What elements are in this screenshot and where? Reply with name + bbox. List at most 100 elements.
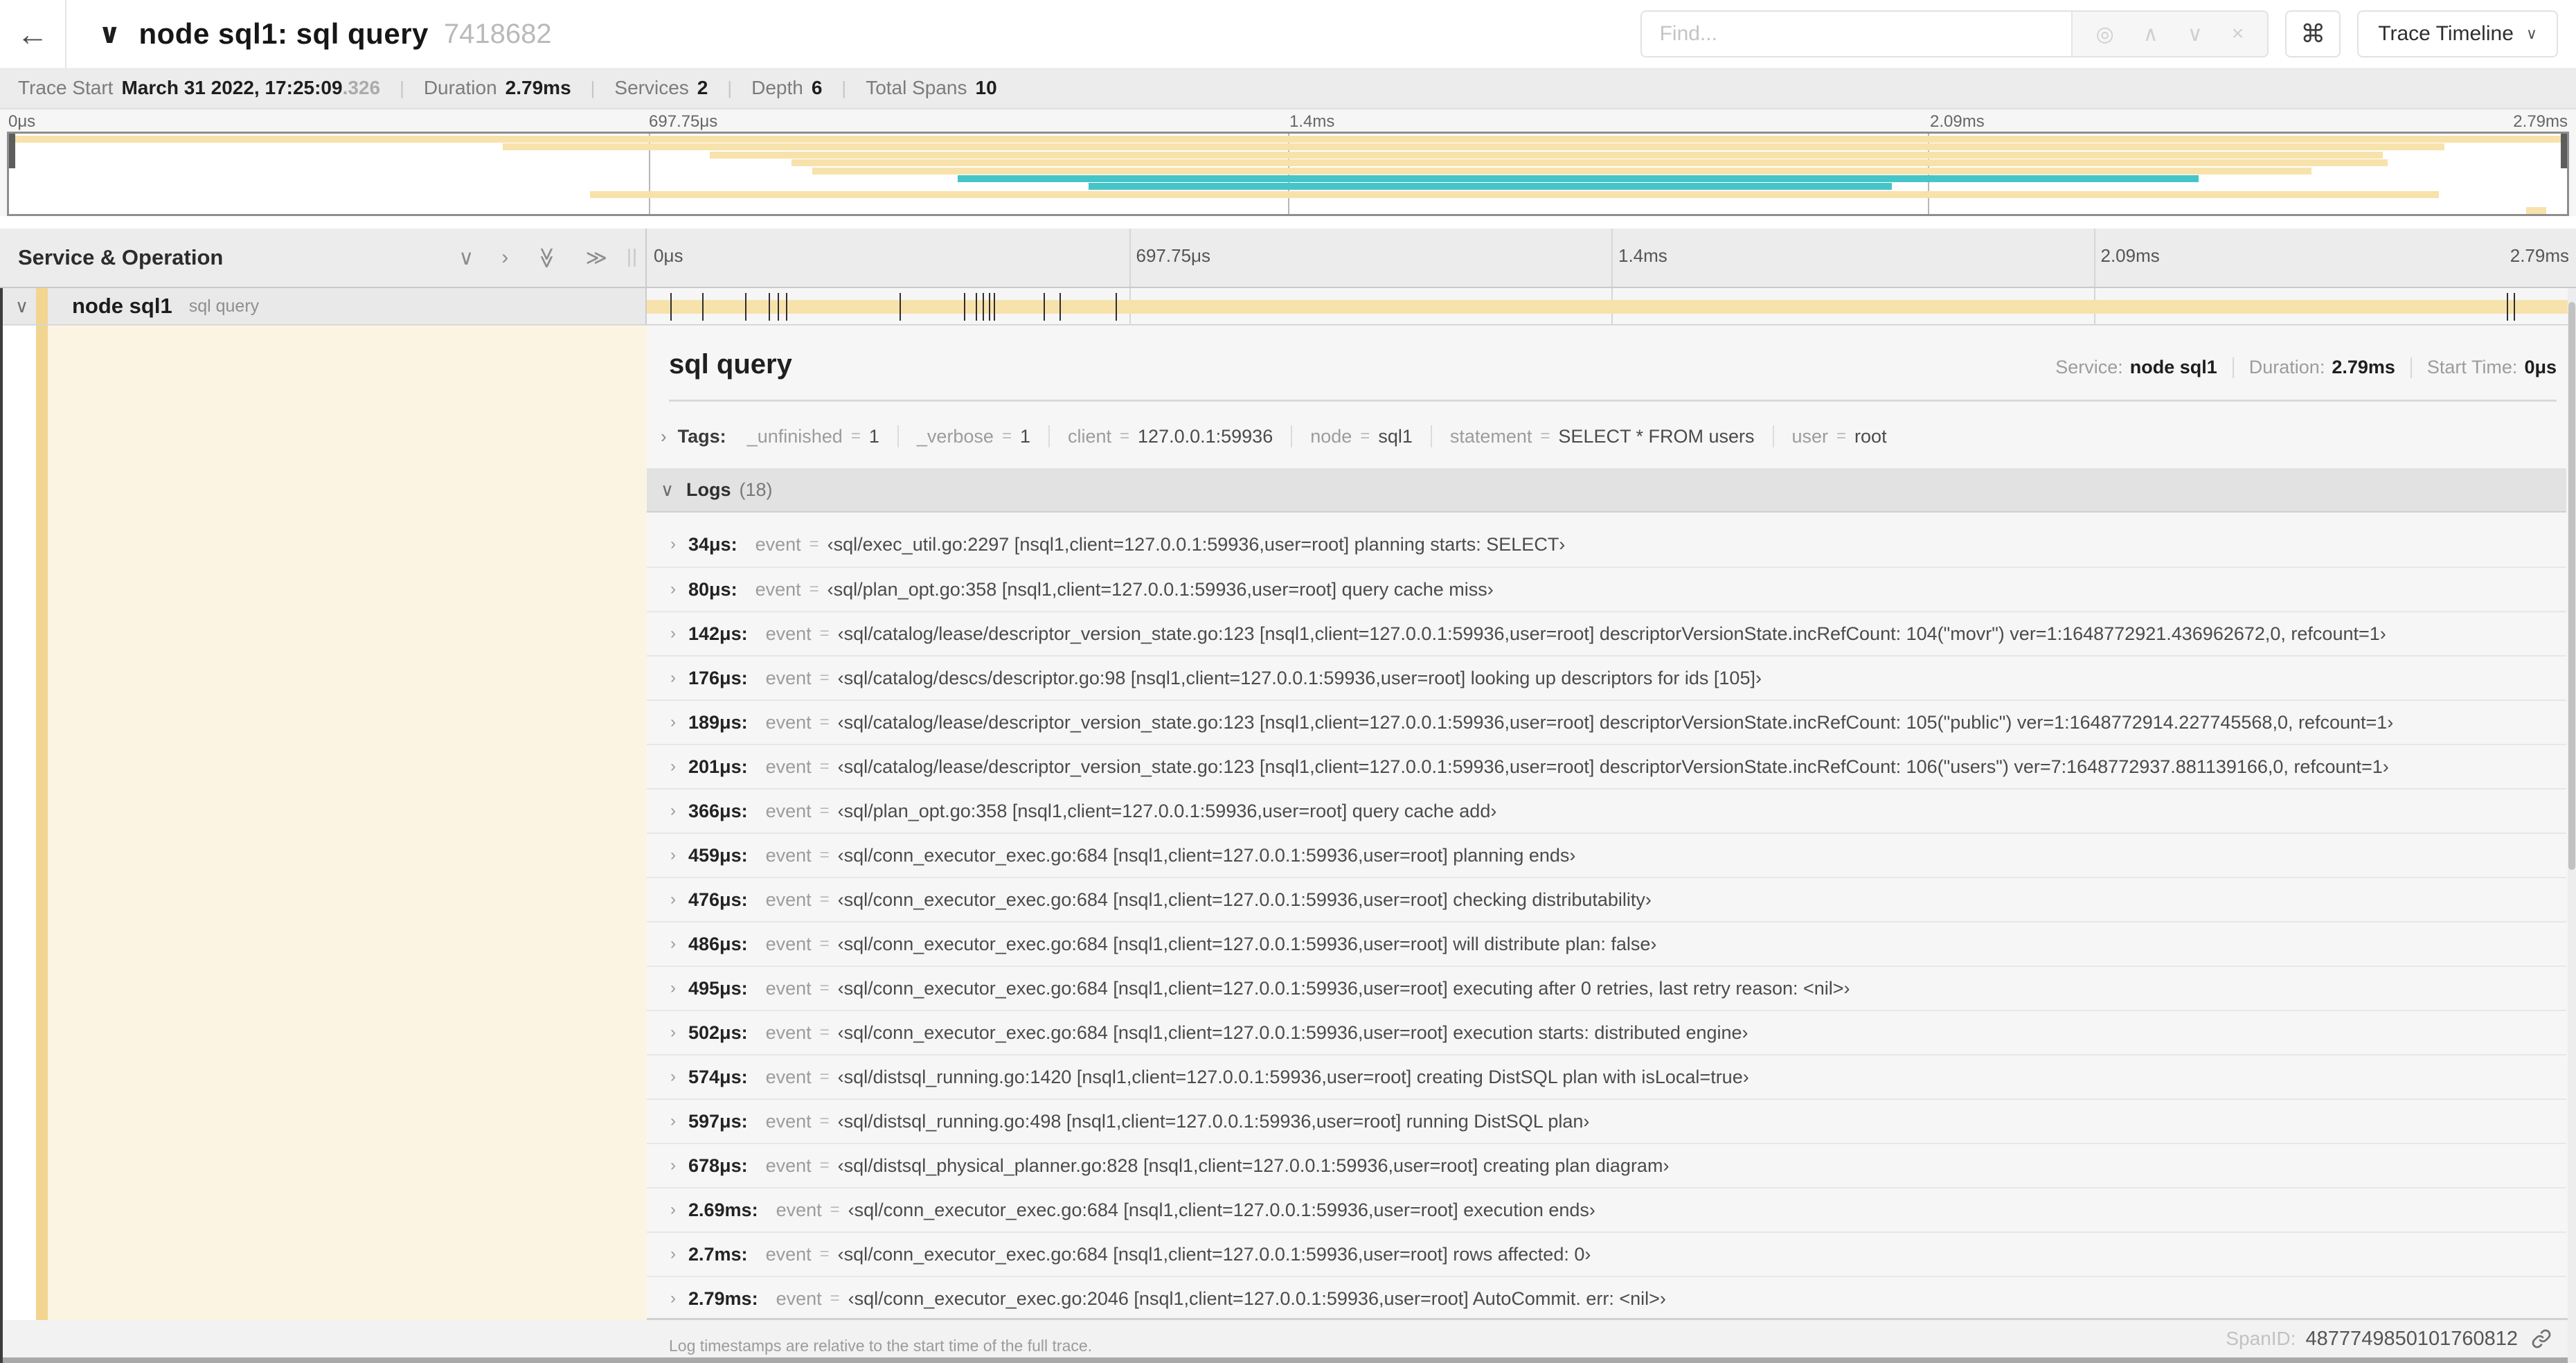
service-label: Service: bbox=[2055, 357, 2123, 377]
minimap-tick-label: 1.4ms bbox=[1289, 112, 1335, 131]
log-row[interactable]: › 2.7ms: event = ‹sql/conn_executor_exec.go:… bbox=[647, 1231, 2566, 1276]
log-marker-tick bbox=[768, 293, 770, 321]
log-row[interactable]: › 176μs: event = ‹sql/catalog/descs/descript… bbox=[647, 655, 2566, 700]
vertical-scrollbar[interactable] bbox=[2568, 288, 2576, 1363]
log-field-key: event bbox=[765, 756, 812, 777]
log-row[interactable]: › 502μs: event = ‹sql/conn_executor_exec.go:… bbox=[647, 1010, 2566, 1054]
log-message: ‹sql/conn_executor_exec.go:684 [nsql1,cl… bbox=[837, 1243, 1591, 1265]
ruler-tick-label: 2.79ms bbox=[2510, 245, 2569, 266]
timeline-minimap-canvas[interactable] bbox=[7, 132, 2569, 216]
log-marker-tick bbox=[989, 293, 991, 321]
span-bar-cell[interactable] bbox=[647, 288, 2576, 324]
span-row-name-cell[interactable]: ∨ node sql1 sql query bbox=[0, 288, 647, 324]
log-equals: = bbox=[819, 1245, 830, 1263]
tags-accordion[interactable]: › Tags: _unfinished = 1 _verbose = 1 client = 12… bbox=[661, 425, 2557, 447]
tag-value: root bbox=[1854, 425, 1887, 447]
service-operation-title: Service & Operation bbox=[18, 245, 224, 269]
summary-label: Services bbox=[614, 77, 689, 98]
log-timestamp: 80μs: bbox=[688, 578, 737, 600]
chevron-right-icon: › bbox=[670, 801, 676, 820]
tag-equals: = bbox=[850, 427, 861, 445]
log-row[interactable]: › 678μs: event = ‹sql/distsql_physical_plann… bbox=[647, 1143, 2566, 1187]
log-marker-tick bbox=[1059, 293, 1062, 321]
chevron-right-icon: › bbox=[670, 1289, 676, 1308]
span-collapse-chevron-icon[interactable]: ∨ bbox=[15, 296, 28, 317]
minimap-span-bar bbox=[1088, 183, 1892, 190]
log-row[interactable]: › 201μs: event = ‹sql/catalog/lease/descript… bbox=[647, 744, 2566, 788]
locate-icon[interactable]: ◎ bbox=[2096, 22, 2114, 46]
tag-equals: = bbox=[1836, 427, 1847, 445]
span-row[interactable]: ∨ node sql1 sql query bbox=[0, 288, 2576, 326]
log-field-key: event bbox=[765, 623, 812, 644]
log-marker-tick bbox=[2514, 293, 2516, 321]
command-icon: ⌘ bbox=[2300, 19, 2326, 48]
divider bbox=[1772, 425, 1774, 447]
minimap-span-bar bbox=[710, 151, 2383, 159]
logs-accordion-header[interactable]: ∨ Logs (18) bbox=[647, 468, 2566, 513]
left-scroll-edge[interactable] bbox=[0, 288, 3, 1363]
divider bbox=[897, 425, 899, 447]
collapse-one-icon[interactable]: ∨ bbox=[458, 246, 474, 270]
log-equals: = bbox=[809, 580, 819, 598]
column-resizer-grip[interactable] bbox=[628, 249, 636, 267]
log-row[interactable]: › 597μs: event = ‹sql/distsql_running.go:498… bbox=[647, 1098, 2566, 1143]
timeline-ruler: 0μs 697.75μs 1.4ms 2.09ms 2.79ms bbox=[647, 229, 2576, 287]
top-bar-actions: ◎ ∧ ∨ × ⌘ Trace Timeline ∨ bbox=[1640, 10, 2558, 57]
log-timestamp: 459μs: bbox=[688, 844, 748, 866]
expand-one-icon[interactable]: › bbox=[501, 246, 508, 269]
find-input[interactable] bbox=[1641, 12, 2071, 56]
log-timestamp: 176μs: bbox=[688, 667, 748, 688]
minimap-span-bar bbox=[589, 190, 2440, 198]
log-row[interactable]: › 495μs: event = ‹sql/conn_executor_exec.go:… bbox=[647, 965, 2566, 1010]
log-row[interactable]: › 80μs: event = ‹sql/plan_opt.go:358 [nsql1,… bbox=[647, 567, 2566, 611]
log-timestamp: 142μs: bbox=[688, 623, 748, 644]
service-operation-column-header: Service & Operation ∨ › ≫ ≫ bbox=[0, 229, 647, 287]
log-marker-tick bbox=[1116, 293, 1118, 321]
keyboard-shortcuts-button[interactable]: ⌘ bbox=[2285, 10, 2341, 57]
chevron-right-icon: › bbox=[670, 934, 676, 953]
log-marker-tick bbox=[744, 293, 746, 321]
minimap-left-scrub-handle[interactable] bbox=[9, 134, 15, 168]
log-row[interactable]: › 476μs: event = ‹sql/conn_executor_exec.go:… bbox=[647, 877, 2566, 921]
log-row[interactable]: › 189μs: event = ‹sql/catalog/lease/descript… bbox=[647, 700, 2566, 744]
log-row[interactable]: › 2.79ms: event = ‹sql/conn_executor_exec.go… bbox=[647, 1276, 2566, 1320]
prev-result-icon[interactable]: ∧ bbox=[2143, 22, 2158, 46]
collapse-all-icon[interactable]: ≫ bbox=[535, 247, 559, 268]
log-row[interactable]: › 2.69ms: event = ‹sql/conn_executor_exec.go… bbox=[647, 1187, 2566, 1231]
tag-value: 1 bbox=[1019, 425, 1030, 447]
summary-label: Duration bbox=[423, 77, 497, 98]
log-timestamp: 366μs: bbox=[688, 800, 748, 821]
log-timestamp: 201μs: bbox=[688, 756, 748, 777]
log-message: ‹sql/conn_executor_exec.go:684 [nsql1,cl… bbox=[837, 844, 1576, 866]
chevron-right-icon: › bbox=[670, 1112, 676, 1130]
log-equals: = bbox=[819, 1067, 830, 1086]
log-row[interactable]: › 366μs: event = ‹sql/plan_opt.go:358 [nsql1… bbox=[647, 788, 2566, 832]
trace-view-dropdown[interactable]: Trace Timeline ∨ bbox=[2357, 10, 2558, 57]
vertical-scrollbar-thumb[interactable] bbox=[2568, 302, 2575, 870]
log-row[interactable]: › 459μs: event = ‹sql/conn_executor_exec.go:… bbox=[647, 832, 2566, 877]
back-button[interactable]: ← bbox=[0, 0, 66, 68]
log-row[interactable]: › 574μs: event = ‹sql/distsql_running.go:142… bbox=[647, 1054, 2566, 1098]
divider bbox=[2232, 357, 2234, 378]
log-timestamp: 597μs: bbox=[688, 1110, 748, 1132]
next-result-icon[interactable]: ∨ bbox=[2188, 22, 2203, 46]
log-row[interactable]: › 486μs: event = ‹sql/conn_executor_exec.go:… bbox=[647, 921, 2566, 965]
log-row[interactable]: › 142μs: event = ‹sql/catalog/lease/descript… bbox=[647, 611, 2566, 655]
log-marker-tick bbox=[701, 293, 704, 321]
log-timestamp: 574μs: bbox=[688, 1066, 748, 1087]
trace-collapse-chevron-icon[interactable]: ∨ bbox=[98, 18, 120, 50]
log-field-key: event bbox=[765, 844, 812, 866]
tag-equals: = bbox=[1360, 427, 1370, 445]
divider: | bbox=[400, 77, 404, 98]
span-detail-strip: sql query Service: node sql1 Duration: 2… bbox=[0, 326, 2576, 1355]
tag-value: sql1 bbox=[1378, 425, 1413, 447]
log-row[interactable]: › 34μs: event = ‹sql/exec_util.go:2297 [nsql… bbox=[647, 522, 2566, 567]
tag-item: statement = SELECT * FROM users bbox=[1450, 426, 1755, 447]
minimap-tick-label: 2.79ms bbox=[2513, 112, 2568, 131]
summary-label: Depth bbox=[751, 77, 803, 98]
log-message: ‹sql/catalog/lease/descriptor_version_st… bbox=[837, 623, 2386, 644]
clear-search-icon[interactable]: × bbox=[2232, 22, 2244, 46]
expand-all-icon[interactable]: ≫ bbox=[586, 246, 607, 270]
minimap-right-scrub-handle[interactable] bbox=[2561, 134, 2567, 168]
tag-item: user = root bbox=[1792, 426, 1887, 447]
